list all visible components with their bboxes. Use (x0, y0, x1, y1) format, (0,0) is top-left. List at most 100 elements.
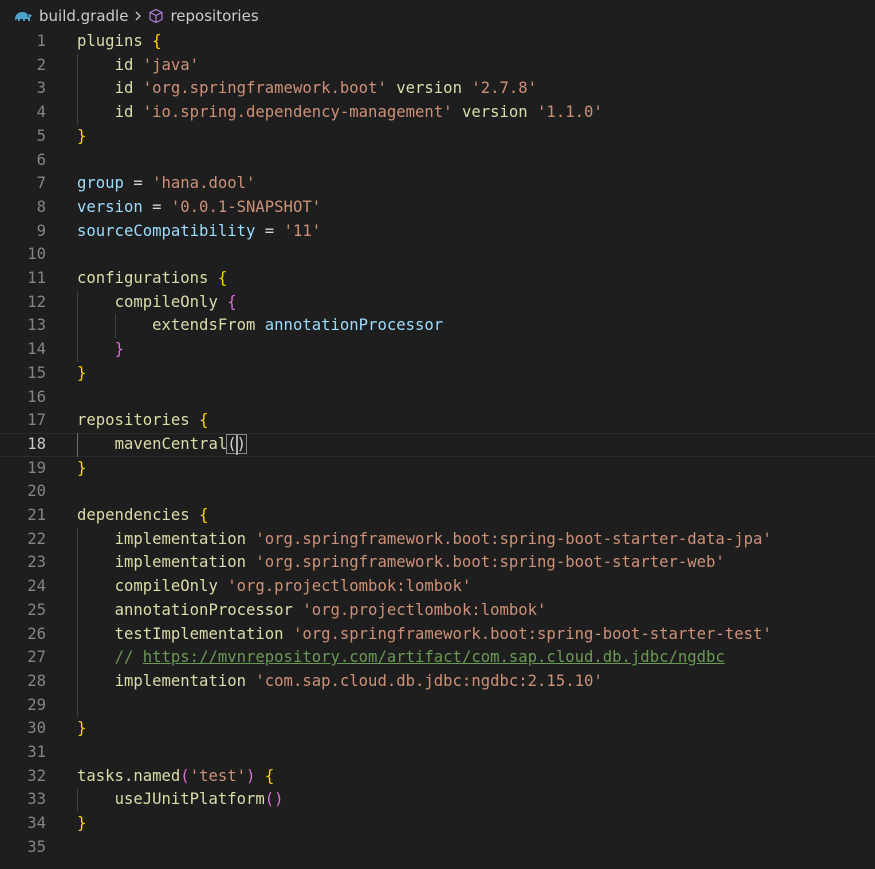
code-token: 'org.projectlombok:lombok' (227, 577, 472, 596)
code-line[interactable]: 3 id 'org.springframework.boot' version … (0, 77, 875, 101)
code-token: } (77, 814, 87, 833)
line-number: 17 (27, 411, 46, 430)
code-token: { (199, 411, 209, 430)
line-number: 35 (27, 837, 46, 856)
code-text: plugins { (77, 30, 162, 54)
code-token: . (123, 766, 134, 785)
code-token: 'java' (142, 55, 200, 74)
code-line[interactable]: 24 compileOnly 'org.projectlombok:lombok… (0, 575, 875, 599)
code-line[interactable]: 6 (0, 149, 875, 173)
code-line[interactable]: 32 tasks.named('test') { (0, 765, 875, 789)
code-line[interactable]: 9 sourceCompatibility = '11' (0, 220, 875, 244)
code-line[interactable]: 33 useJUnitPlatform() (0, 788, 875, 812)
line-number: 33 (27, 790, 46, 809)
code-text: annotationProcessor 'org.projectlombok:l… (77, 599, 547, 623)
code-token: annotationProcessor (114, 600, 293, 619)
code-line[interactable]: 11 configurations { (0, 267, 875, 291)
indent-guide (114, 314, 116, 339)
code-token: { (199, 506, 209, 524)
code-line[interactable]: 16 (0, 386, 875, 410)
code-line[interactable]: 20 (0, 480, 875, 504)
code-text: tasks.named('test') { (77, 765, 274, 789)
code-token[interactable]: https://mvnrepository.com/artifact/com.s… (143, 648, 725, 666)
code-token: mavenCentral (114, 434, 228, 453)
code-text: } (77, 717, 86, 741)
code-line[interactable]: 29 (0, 694, 875, 718)
code-line[interactable]: 7 group = 'hana.dool' (0, 172, 875, 196)
code-token: testImplementation (114, 624, 284, 643)
breadcrumb-symbol-label: repositories (170, 7, 259, 25)
code-line[interactable]: 30} (0, 717, 875, 741)
breadcrumb-symbol[interactable]: repositories (148, 7, 259, 25)
code-line[interactable]: 35 (0, 836, 875, 860)
indent-guide (77, 290, 78, 362)
code-line[interactable]: 15} (0, 362, 875, 386)
code-text: compileOnly { (77, 291, 237, 315)
code-token: implementation (114, 553, 246, 572)
code-line[interactable]: 10 (0, 243, 875, 267)
line-number: 9 (36, 221, 46, 240)
code-line[interactable]: 5} (0, 125, 875, 149)
code-line[interactable]: 21 dependencies { (0, 504, 875, 528)
line-number: 25 (27, 600, 46, 619)
line-number: 23 (27, 553, 46, 572)
line-number: 13 (27, 316, 46, 335)
code-line[interactable]: 25 annotationProcessor 'org.projectlombo… (0, 599, 875, 623)
code-line[interactable]: 26 testImplementation 'org.springframewo… (0, 623, 875, 647)
code-token: 'org.springframework.boot:spring-boot-st… (292, 624, 772, 643)
code-line[interactable]: 31 (0, 741, 875, 765)
code-token: repositories (77, 411, 190, 430)
code-token: 'test' (189, 766, 247, 785)
breadcrumb-file[interactable]: build.gradle (13, 7, 128, 25)
line-number: 29 (27, 695, 46, 714)
code-token: id (114, 103, 134, 122)
line-number: 4 (36, 103, 46, 122)
code-token: } (77, 126, 87, 145)
code-line[interactable]: 4 id 'io.spring.dependency-management' v… (0, 101, 875, 125)
code-line[interactable]: 2 id 'java' (0, 54, 875, 78)
code-token: named (133, 766, 181, 785)
code-text: } (77, 338, 124, 362)
code-line[interactable]: 14 } (0, 338, 875, 362)
code-text: } (77, 362, 86, 386)
code-line[interactable]: 27 // https://mvnrepository.com/artifact… (0, 646, 875, 670)
code-line[interactable]: 18 mavenCentral() (0, 432, 875, 457)
line-number: 34 (27, 814, 46, 833)
line-number: 32 (27, 766, 46, 785)
code-text: dependencies { (77, 504, 208, 528)
breadcrumb: build.gradle repositories (0, 0, 875, 32)
code-line[interactable]: 17 repositories { (0, 409, 875, 433)
code-token: '1.1.0' (537, 103, 603, 122)
code-token: } (77, 719, 87, 738)
code-line[interactable]: 13 extendsFrom annotationProcessor (0, 314, 875, 338)
line-number: 8 (36, 197, 46, 216)
line-number: 5 (36, 126, 46, 145)
cube-icon (148, 8, 164, 24)
code-line[interactable]: 23 implementation 'org.springframework.b… (0, 551, 875, 575)
code-line[interactable]: 22 implementation 'org.springframework.b… (0, 528, 875, 552)
code-token: // (114, 648, 143, 667)
code-line[interactable]: 8 version = '0.0.1-SNAPSHOT' (0, 196, 875, 220)
code-token: version (461, 103, 528, 122)
line-number: 3 (36, 79, 46, 98)
line-number: 24 (27, 577, 46, 596)
code-line[interactable]: 12 compileOnly { (0, 291, 875, 315)
code-line[interactable]: 28 implementation 'com.sap.cloud.db.jdbc… (0, 670, 875, 694)
code-editor[interactable]: 1 plugins {2 id 'java' 3 id 'org.springfra… (0, 32, 875, 869)
code-line[interactable]: 1 plugins { (0, 30, 875, 54)
code-token: group (77, 174, 124, 193)
code-line[interactable]: 34} (0, 812, 875, 836)
code-token: extendsFrom (152, 316, 256, 335)
code-line[interactable]: 19} (0, 457, 875, 481)
